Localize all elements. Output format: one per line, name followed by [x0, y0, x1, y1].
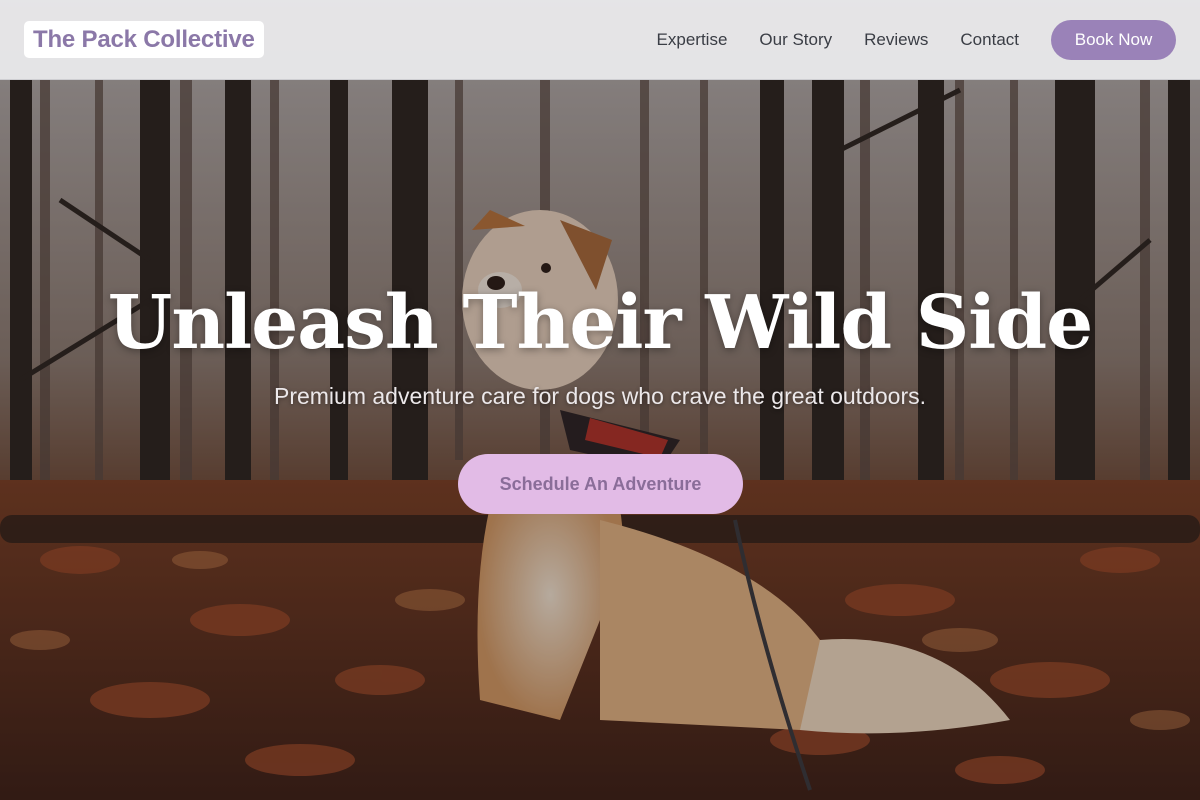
hero-section: Unleash Their Wild Side Premium adventur… [0, 0, 1200, 800]
book-now-button[interactable]: Book Now [1051, 20, 1176, 60]
hero-title: Unleash Their Wild Side [107, 280, 1093, 366]
nav-link-contact[interactable]: Contact [960, 30, 1019, 50]
main-nav: Expertise Our Story Reviews Contact Book… [657, 0, 1176, 80]
nav-link-reviews[interactable]: Reviews [864, 30, 928, 50]
brand-logo[interactable]: The Pack Collective [24, 21, 264, 58]
hero-subtitle: Premium adventure care for dogs who crav… [273, 383, 926, 409]
schedule-adventure-button[interactable]: Schedule An Adventure [458, 454, 743, 514]
site-header: The Pack Collective Expertise Our Story … [0, 0, 1200, 80]
nav-link-expertise[interactable]: Expertise [657, 30, 728, 50]
nav-link-our-story[interactable]: Our Story [759, 30, 832, 50]
